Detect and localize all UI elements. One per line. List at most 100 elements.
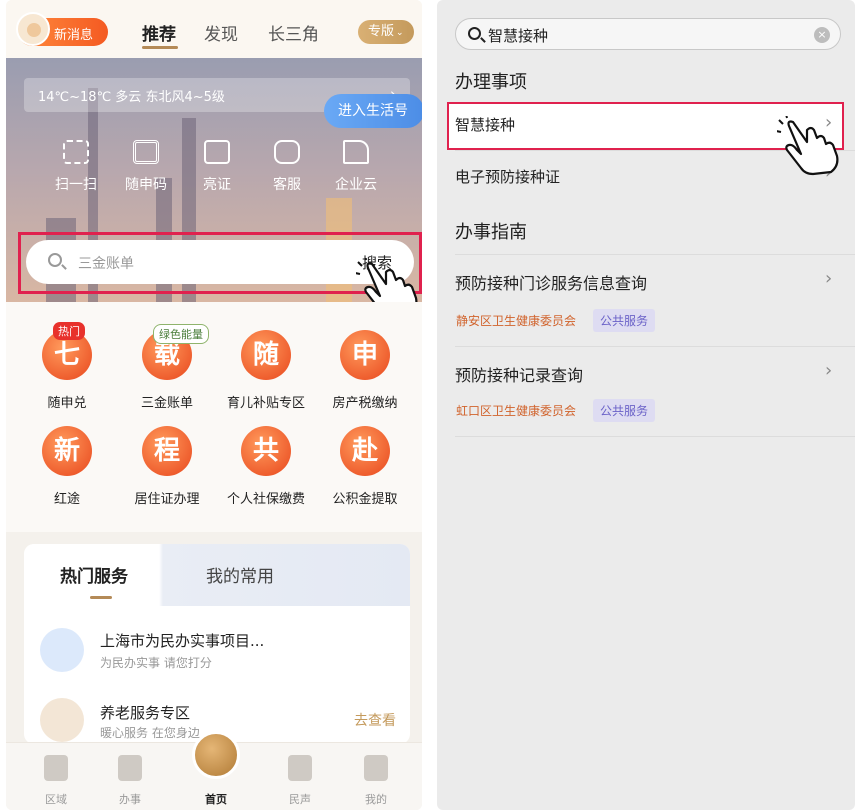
divider — [455, 436, 855, 437]
clear-icon[interactable]: × — [814, 27, 830, 43]
popular-services-card: 热门服务 我的常用 上海市为民办实事项目... 为民办实事 请您打分 养老服务专… — [24, 544, 410, 744]
nav-profile[interactable]: 我的 — [346, 755, 406, 807]
quick-action-label: 随申码 — [125, 177, 167, 193]
tab-recommend[interactable]: 推荐 — [142, 20, 176, 45]
nav-region[interactable]: 区域 — [26, 755, 86, 807]
service-icon: 随 — [241, 330, 291, 380]
customer-service-icon — [274, 140, 300, 164]
top-navigation: 新消息 推荐 发现 长三角 专版 ⌄ — [6, 0, 422, 58]
department-tag: 虹口区卫生健康委员会 — [456, 404, 577, 418]
divider — [455, 254, 855, 255]
quick-action-label: 扫一扫 — [55, 177, 97, 193]
service-label: 个人社保缴费 — [226, 492, 305, 507]
result-item[interactable]: 预防接种记录查询 › 虹口区卫生健康委员会 公共服务 — [455, 348, 855, 436]
tab-my-frequent[interactable]: 我的常用 — [206, 562, 274, 587]
row-subtitle: 暖心服务 在您身边 — [100, 726, 200, 740]
nav-services[interactable]: 办事 — [100, 755, 160, 807]
nav-label: 我的 — [365, 793, 387, 806]
active-tab-indicator — [90, 596, 112, 599]
category-tag: 公共服务 — [593, 399, 656, 422]
version-button-label: 专版 — [368, 24, 395, 39]
result-title: 电子预防接种证 — [455, 168, 561, 186]
service-icon: 赴 — [340, 426, 390, 476]
flower-icon — [288, 755, 312, 781]
service-item[interactable]: 赴 公积金提取 — [317, 426, 413, 507]
card-tabs: 热门服务 我的常用 — [24, 544, 410, 606]
chevron-right-icon: › — [825, 268, 833, 289]
region-icon — [44, 755, 68, 781]
card-icon — [204, 140, 230, 164]
document-icon — [40, 628, 84, 672]
pen-icon — [118, 755, 142, 781]
service-label: 育儿补贴专区 — [226, 396, 305, 411]
service-item[interactable]: 申 房产税缴纳 — [317, 330, 413, 411]
quick-action-show-card[interactable]: 亮证 — [187, 140, 247, 194]
service-label: 公积金提取 — [332, 492, 398, 507]
nav-public-voice[interactable]: 民声 — [270, 755, 330, 807]
hot-badge: 热门 — [53, 322, 85, 340]
service-item[interactable]: 新 红途 — [19, 426, 115, 507]
result-title: 预防接种门诊服务信息查询 — [455, 274, 648, 293]
service-label: 房产税缴纳 — [332, 396, 398, 411]
quick-action-label: 企业云 — [335, 177, 377, 193]
view-button[interactable]: 去查看 — [354, 710, 396, 730]
service-icon: 新 — [42, 426, 92, 476]
nav-label: 民声 — [289, 793, 311, 806]
tap-hand-icon — [777, 116, 839, 176]
quick-action-qr-code[interactable]: 随申码 — [116, 140, 176, 194]
result-item[interactable]: 预防接种门诊服务信息查询 › 静安区卫生健康委员会 公共服务 — [455, 256, 855, 344]
result-title: 智慧接种 — [455, 116, 516, 134]
service-item[interactable]: 七 热门 随申兑 — [19, 322, 115, 411]
active-tab-indicator — [142, 46, 178, 49]
enter-life-account-button[interactable]: 进入生活号 — [324, 94, 422, 128]
search-query: 智慧接种 — [488, 27, 549, 45]
user-icon — [364, 755, 388, 781]
tab-popular-services[interactable]: 热门服务 — [60, 562, 128, 587]
mascot-avatar-icon — [16, 12, 50, 46]
service-label: 红途 — [53, 492, 80, 507]
tab-discover[interactable]: 发现 — [204, 20, 238, 45]
nav-label: 办事 — [119, 793, 141, 806]
green-energy-badge: 绿色能量 — [153, 324, 209, 344]
service-item[interactable]: 共 个人社保缴费 — [218, 426, 314, 507]
service-icon: 程 — [142, 426, 192, 476]
chevron-down-icon: ⌄ — [396, 28, 404, 38]
service-item[interactable]: 载 绿色能量 三金账单 — [119, 324, 215, 411]
tab-yangtze-delta[interactable]: 长三角 — [268, 20, 319, 45]
home-screen: 新消息 推荐 发现 长三角 专版⌄ 14℃~18℃ 多云 东北风4~5级 › 扫… — [6, 0, 422, 810]
quick-action-customer-service[interactable]: 客服 — [257, 140, 317, 194]
bottom-navigation: 区域 办事 首页 民声 我的 — [6, 731, 422, 810]
mascot-avatar-icon — [40, 698, 84, 742]
search-icon — [468, 27, 481, 40]
service-icon: 申 — [340, 330, 390, 380]
row-subtitle: 为民办实事 请您打分 — [100, 656, 212, 670]
quick-action-label: 客服 — [273, 177, 301, 193]
category-tag: 公共服务 — [593, 309, 656, 332]
version-button[interactable]: 专版 ⌄ — [358, 20, 414, 44]
weather-text: 14℃~18℃ 多云 东北风4~5级 — [38, 90, 225, 105]
row-title: 上海市为民办实事项目... — [100, 632, 265, 650]
row-title: 养老服务专区 — [100, 704, 191, 722]
service-icon: 共 — [241, 426, 291, 476]
service-label: 三金账单 — [140, 396, 193, 411]
result-title: 预防接种记录查询 — [455, 366, 584, 385]
department-tag: 静安区卫生健康委员会 — [456, 314, 577, 328]
building-icon — [343, 140, 369, 164]
search-results-screen: 智慧接种 × 办理事项 智慧接种 › 电子预防接种证 › 办事指南 预防接种门诊… — [437, 0, 855, 810]
section-heading-guides: 办事指南 — [455, 222, 527, 243]
service-label: 随申兑 — [47, 396, 87, 411]
quick-action-label: 亮证 — [203, 177, 231, 193]
divider — [455, 346, 855, 347]
qr-code-icon — [133, 140, 159, 164]
new-message-button[interactable]: 新消息 — [16, 12, 108, 46]
quick-action-scan[interactable]: 扫一扫 — [46, 140, 106, 194]
section-heading-services: 办理事项 — [455, 72, 527, 93]
nav-home-label[interactable]: 首页 — [192, 791, 240, 807]
service-item[interactable]: 程 居住证办理 — [119, 426, 215, 507]
service-item[interactable]: 随 育儿补贴专区 — [218, 330, 314, 411]
quick-action-enterprise-cloud[interactable]: 企业云 — [326, 140, 386, 194]
service-label: 居住证办理 — [134, 492, 200, 507]
home-tower-icon[interactable] — [192, 731, 240, 779]
search-input[interactable]: 智慧接种 × — [455, 18, 841, 50]
chevron-right-icon: › — [825, 360, 833, 381]
